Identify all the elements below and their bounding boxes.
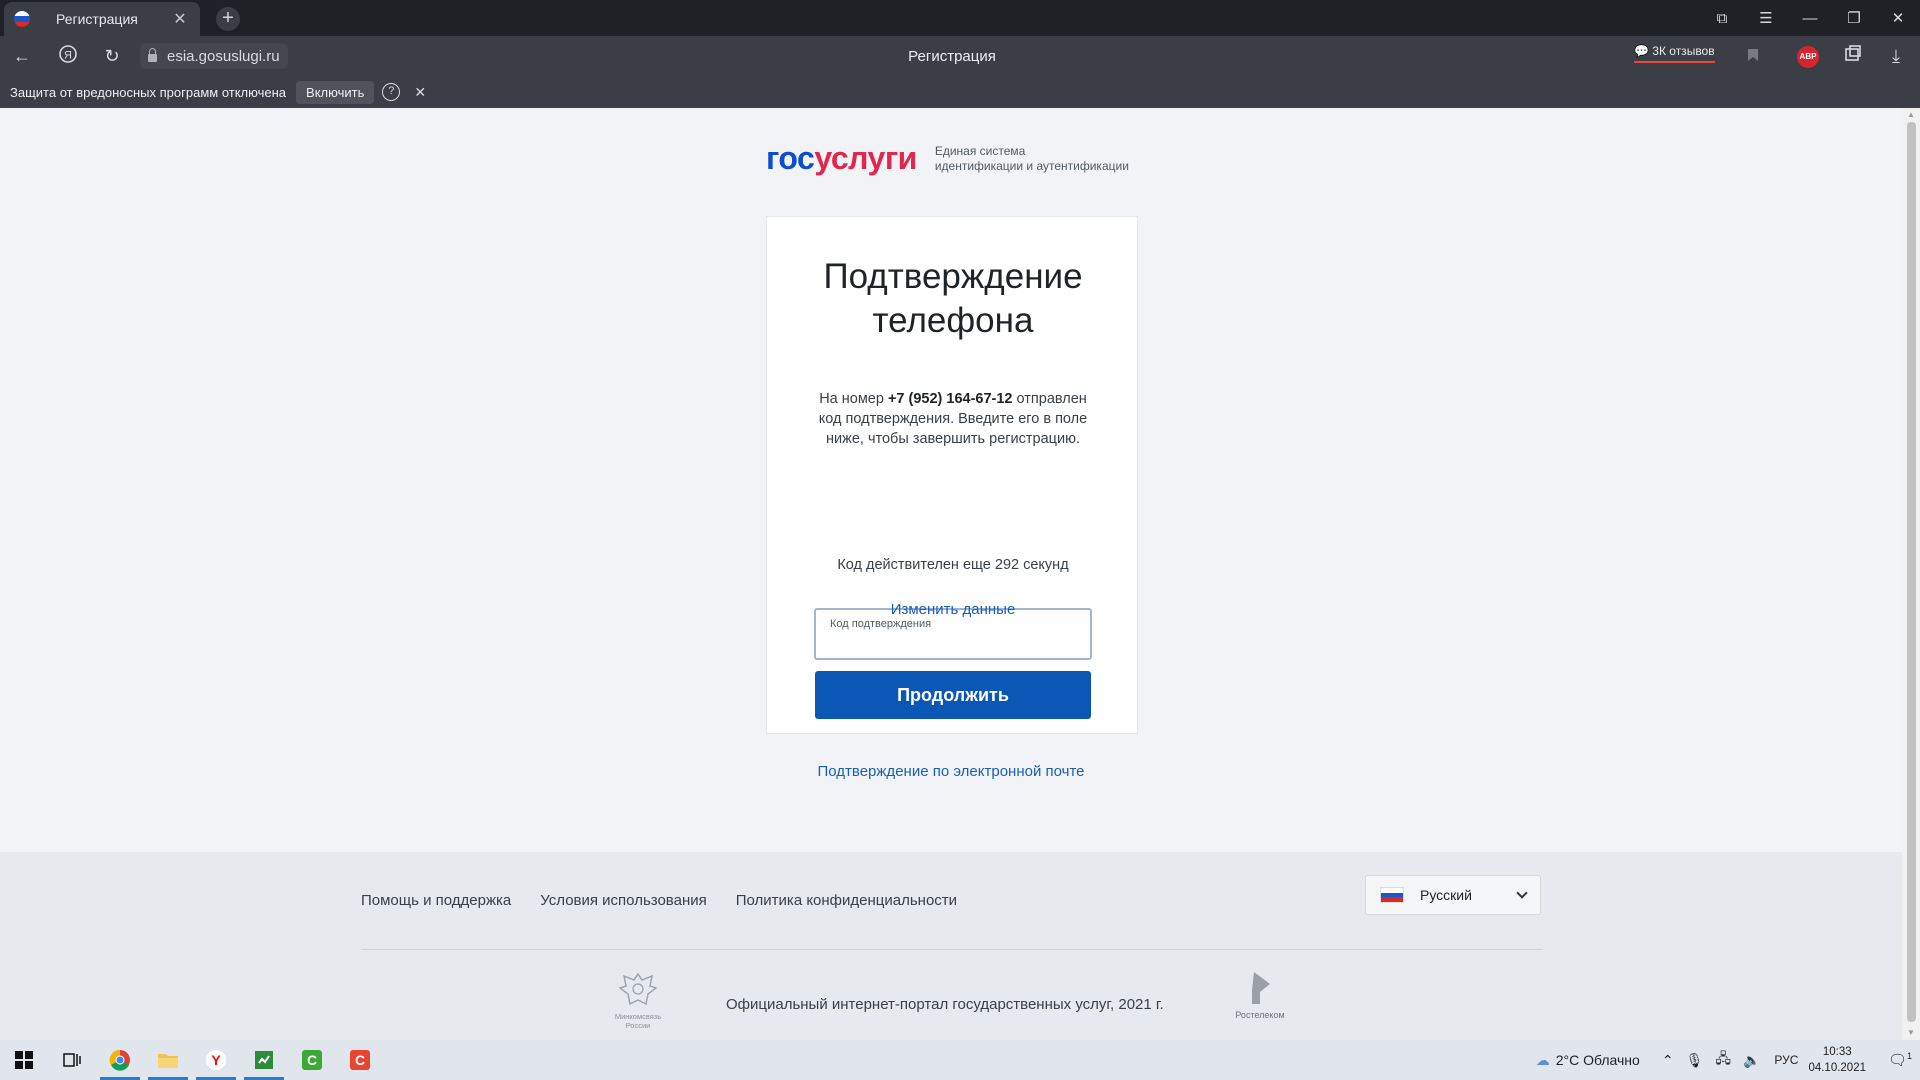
footer-link-privacy[interactable]: Политика конфиденциальности	[736, 892, 957, 909]
logo-subtitle: Единая система идентификации и аутентифи…	[935, 144, 1135, 174]
minimize-button[interactable]: —	[1788, 10, 1832, 27]
svg-text:C: C	[307, 1052, 317, 1068]
input-language-indicator[interactable]: РУС	[1774, 1053, 1798, 1067]
green-c-app-icon[interactable]: C	[288, 1040, 336, 1080]
scroll-up-arrow-icon[interactable]: ▲	[1906, 110, 1916, 119]
email-confirmation-link-text[interactable]: Подтверждение по электронной почте	[818, 763, 1085, 780]
task-view-icon[interactable]	[48, 1040, 96, 1080]
footer-link-terms[interactable]: Условия использования	[540, 892, 707, 909]
ministry-line1: Минкомсвязь	[614, 1012, 662, 1021]
logo-part-gos: гос	[766, 140, 815, 176]
network-icon[interactable]: 🖧	[1715, 1048, 1731, 1072]
russia-flag-favicon-icon	[14, 11, 30, 27]
bookmark-icon[interactable]	[1741, 44, 1765, 68]
clock[interactable]: 10:33 04.10.2021	[1808, 1044, 1866, 1076]
logo-subtitle-line2: идентификации и аутентификации	[934, 158, 1129, 173]
code-field-label: Код подтверждения	[830, 618, 932, 630]
logo-part-uslugi: услуги	[814, 140, 917, 176]
red-c-app-icon[interactable]: C	[336, 1040, 384, 1080]
change-data-link[interactable]: Изменить данные	[767, 601, 1139, 618]
menu-icon[interactable]: ☰	[1744, 9, 1788, 27]
browser-toolbar: ← Я ↻ esia.gosuslugi.ru Регистрация 💬 3К…	[0, 36, 1920, 76]
chrome-icon[interactable]	[96, 1040, 144, 1080]
chevron-down-icon	[1516, 887, 1528, 899]
microphone-icon[interactable]: 🎙	[1686, 1052, 1704, 1069]
system-tray: ☁ 2°C Облачно ⌃ 🎙 🖧 🔈 РУС 10:33 04.10.20…	[1530, 1040, 1920, 1080]
eagle-emblem-icon	[616, 970, 660, 1010]
language-value: Русский	[1420, 887, 1472, 903]
clock-date: 04.10.2021	[1808, 1062, 1866, 1074]
notification-count: 1	[1907, 1051, 1913, 1061]
rostelecom-label: Ростелеком	[1235, 1010, 1285, 1020]
card-title-line2: телефона	[872, 301, 1034, 340]
page-scrollbar[interactable]: ▲ ▼	[1902, 108, 1920, 1040]
logo-subtitle-line1: Единая система	[934, 143, 1026, 158]
code-timer: Код действителен еще 292 секунд	[837, 557, 1069, 573]
copyright-text: Официальный интернет-портал государствен…	[726, 996, 1164, 1013]
language-select[interactable]: Русский	[1365, 875, 1541, 915]
confirmation-code-input[interactable]	[828, 632, 1078, 656]
notes-app-icon[interactable]	[240, 1040, 288, 1080]
weather-widget[interactable]: ☁ 2°C Облачно	[1530, 1052, 1640, 1069]
continue-button[interactable]: Продолжить	[815, 671, 1091, 719]
reviews-label: 3К отзывов	[1652, 44, 1715, 58]
desc-prefix: На номер	[819, 391, 884, 407]
confirmation-description: На номер +7 (952) 164-67-12 отправлен ко…	[817, 389, 1089, 449]
logo-wordmark: госуслуги	[766, 140, 917, 177]
rostelecom-logo[interactable]: Ростелеком	[1228, 970, 1292, 1020]
enable-protection-button[interactable]: Включить	[296, 80, 375, 104]
new-tab-button[interactable]: +	[216, 7, 240, 31]
phone-number: +7 (952) 164-67-12	[887, 391, 1013, 407]
footer: Помощь и поддержка Условия использования…	[0, 852, 1902, 1040]
reviews-button[interactable]: 💬 3К отзывов	[1634, 44, 1715, 63]
download-icon[interactable]: ⤓	[1884, 44, 1908, 68]
russia-flag-icon	[1380, 887, 1404, 903]
window-controls: ⧉ ☰ — ❐ ✕	[1700, 0, 1920, 36]
email-confirmation-link: Подтверждение по электронной почте	[0, 763, 1902, 780]
volume-icon[interactable]: 🔈	[1743, 1052, 1760, 1069]
yandex-browser-icon[interactable]: Y	[192, 1040, 240, 1080]
gosuslugi-logo[interactable]: госуслуги Единая система идентификации и…	[766, 140, 1135, 177]
card-title: Подтверждение телефона	[767, 255, 1139, 343]
protection-warning-text: Защита от вредоносных программ отключена	[10, 84, 287, 100]
browser-tab[interactable]: Регистрация ✕	[4, 2, 200, 36]
footer-links: Помощь и поддержка Условия использования…	[361, 892, 986, 909]
extensions-icon[interactable]	[1841, 44, 1865, 68]
footer-divider	[361, 949, 1543, 950]
cloud-icon: ☁	[1535, 1051, 1550, 1068]
rostelecom-icon	[1246, 970, 1274, 1006]
svg-text:C: C	[355, 1052, 365, 1068]
windows-start-icon[interactable]	[0, 1040, 48, 1080]
footer-link-help[interactable]: Помощь и поддержка	[361, 892, 511, 909]
card-title-line1: Подтверждение	[823, 257, 1083, 296]
clock-time: 10:33	[1822, 1046, 1852, 1058]
windows-taskbar: Y C C ☁ 2°C Облачно ⌃ 🎙 🖧 🔈 РУС 10:33 04…	[0, 1040, 1920, 1080]
file-explorer-icon[interactable]	[144, 1040, 192, 1080]
chevron-up-icon[interactable]: ⌃	[1662, 1052, 1674, 1069]
page-content: госуслуги Единая система идентификации и…	[0, 108, 1902, 1040]
adblock-plus-icon[interactable]: ABP	[1797, 46, 1819, 68]
svg-text:Y: Y	[211, 1052, 221, 1068]
scrollbar-thumb[interactable]	[1907, 122, 1916, 1022]
restore-button[interactable]: ❐	[1832, 9, 1876, 27]
ministry-emblem[interactable]: Минкомсвязь России	[608, 970, 668, 1030]
ministry-label: Минкомсвязь России	[608, 1012, 668, 1030]
tab-close-icon[interactable]: ✕	[170, 9, 190, 29]
help-icon[interactable]: ?	[382, 83, 401, 101]
browser-tab-bar: Регистрация ✕ + ⧉ ☰ — ❐ ✕	[0, 0, 1920, 36]
ministry-line2: России	[625, 1021, 651, 1030]
close-window-button[interactable]: ✕	[1876, 9, 1920, 27]
close-infobar-icon[interactable]: ✕	[414, 84, 426, 101]
protection-warning-bar: Защита от вредоносных программ отключена…	[0, 76, 1920, 108]
tab-title: Регистрация	[56, 11, 138, 27]
collections-icon[interactable]: ⧉	[1700, 10, 1744, 27]
page-title-display: Регистрация	[908, 48, 996, 65]
weather-text: 2°C Облачно	[1555, 1052, 1640, 1068]
scroll-down-arrow-icon[interactable]: ▼	[1906, 1028, 1916, 1037]
phone-confirmation-card: Подтверждение телефона На номер +7 (952)…	[766, 216, 1138, 734]
notifications-icon[interactable]: 🗨1	[1880, 1051, 1920, 1069]
